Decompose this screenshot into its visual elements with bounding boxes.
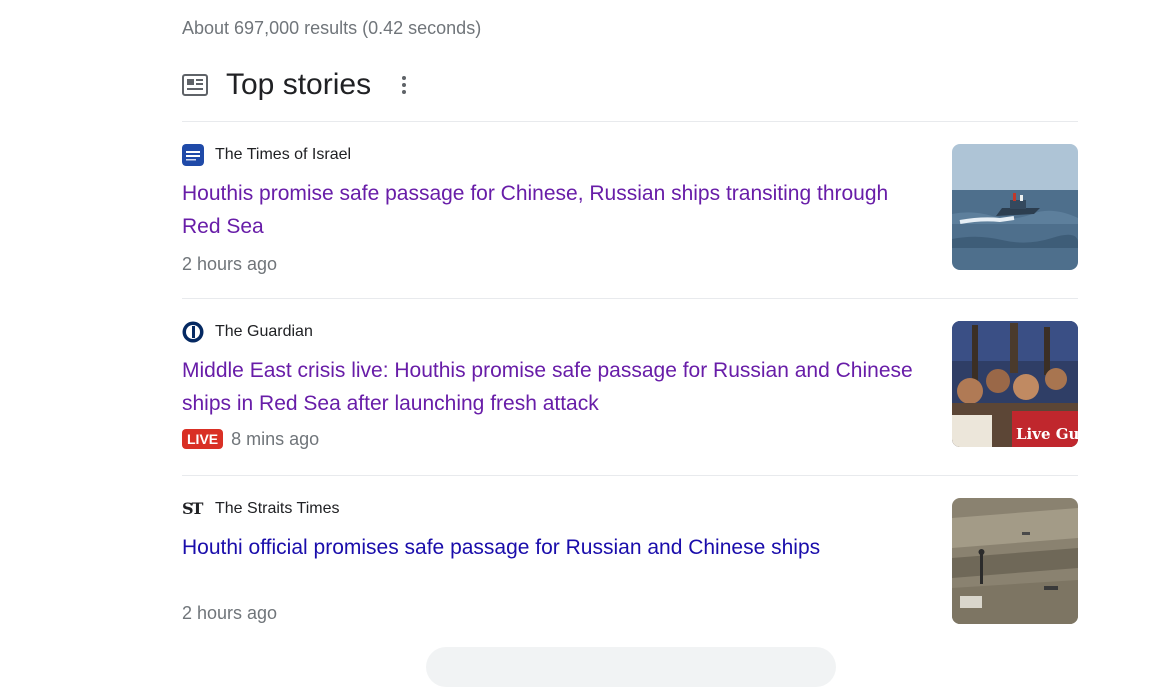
story-source[interactable]: The Times of Israel <box>182 144 582 166</box>
story-time: 2 hours ago <box>182 254 278 274</box>
story-card: The Guardian Middle East crisis live: Ho… <box>182 321 1078 449</box>
story-thumbnail[interactable] <box>952 144 1078 270</box>
source-name: The Guardian <box>215 323 313 340</box>
crowd-protest-image: Live Gu <box>952 321 1078 447</box>
more-news-button[interactable] <box>426 647 836 687</box>
boat-at-sea-image <box>952 144 1078 270</box>
story-meta: LIVE 8 mins ago <box>182 429 319 450</box>
story-card: ST The Straits Times Houthi official pro… <box>182 498 1078 626</box>
story-source[interactable]: The Guardian <box>182 321 582 343</box>
times-of-israel-logo-icon <box>182 144 204 166</box>
story-thumbnail[interactable]: Live Gu <box>952 321 1078 447</box>
source-name: The Straits Times <box>215 500 340 517</box>
story-card: The Times of Israel Houthis promise safe… <box>182 144 1078 274</box>
divider <box>182 121 1078 122</box>
top-stories-header: Top stories <box>182 66 602 106</box>
more-options-icon[interactable] <box>396 74 412 98</box>
divider <box>182 475 1078 476</box>
live-badge: LIVE <box>182 429 224 449</box>
source-name: The Times of Israel <box>215 146 352 163</box>
story-headline-link[interactable]: Houthis promise safe passage for Chinese… <box>182 177 932 243</box>
story-headline-link[interactable]: Middle East crisis live: Houthis promise… <box>182 354 932 420</box>
story-time: 2 hours ago <box>182 603 278 623</box>
guardian-logo-icon <box>182 321 204 343</box>
top-stories-title: Top stories <box>226 68 372 101</box>
straits-times-logo-icon: ST <box>182 499 203 518</box>
story-source[interactable]: ST The Straits Times <box>182 498 582 520</box>
newspaper-icon <box>182 74 208 96</box>
ship-deck-aerial-image <box>952 498 1078 624</box>
divider <box>182 298 1078 299</box>
results-count: About 697,000 results (0.42 seconds) <box>182 18 482 38</box>
story-thumbnail[interactable] <box>952 498 1078 624</box>
story-time: 8 mins ago <box>231 429 320 449</box>
thumbnail-caption: Live Gu <box>1016 425 1078 443</box>
story-headline-link[interactable]: Houthi official promises safe passage fo… <box>182 531 932 564</box>
